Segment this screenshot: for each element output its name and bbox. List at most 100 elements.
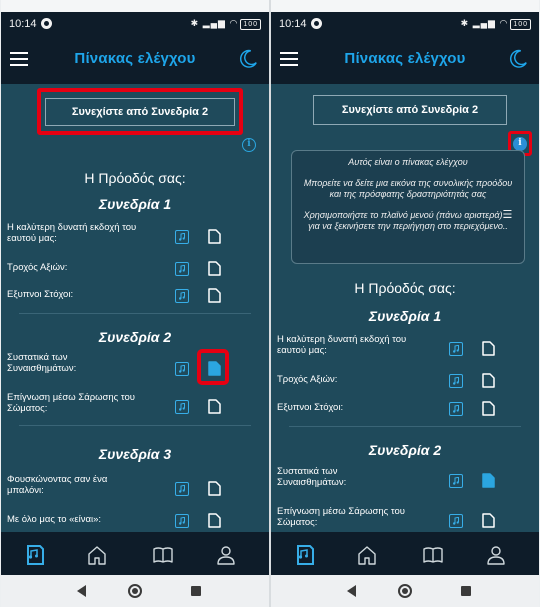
document-icon[interactable] [208, 288, 221, 303]
tooltip-line-3: Χρησιμοποιήστε το πλαϊνό μενού (πάνω αρι… [300, 210, 516, 232]
audio-icon[interactable] [175, 230, 189, 244]
wifi-icon: ◠ [229, 18, 239, 28]
audio-icon[interactable] [449, 514, 463, 528]
item-label: Εξυπνοι Στόχοι: [7, 289, 74, 300]
notification-icon [41, 18, 52, 29]
dashboard-content: Συνεχίστε από Συνεδρία 2 i Αυτός είναι ο… [271, 84, 539, 532]
nav-back-icon[interactable] [347, 585, 356, 597]
moon-icon[interactable] [237, 48, 259, 70]
tooltip-line-1: Αυτός είναι ο πίνακας ελέγχου [348, 157, 468, 167]
item-label: Συστατικά των Συναισθημάτων: [277, 466, 347, 488]
app-bar: Πίνακας ελέγχου [1, 36, 269, 84]
info-icon[interactable]: i [242, 138, 256, 152]
audio-icon[interactable] [175, 400, 189, 414]
continue-button[interactable]: Συνεχίστε από Συνεδρία 2 [313, 95, 507, 125]
continue-button-highlight [37, 88, 243, 135]
audio-icon[interactable] [449, 402, 463, 416]
phone-right: 10:14 ✱ ▂▄▆ ◠ 100 Πίνακας ελέγχου Συνεχίσ… [271, 0, 539, 607]
audio-icon[interactable] [175, 289, 189, 303]
item-label: Τροχός Αξιών: [7, 262, 68, 273]
tooltip-line-2: Μπορείτε να δείτε μια εικόνα της συνολικ… [303, 178, 513, 199]
document-icon[interactable] [208, 513, 221, 528]
tooltip-line-3b: για να ξεκινήσετε την περιήγηση στο περι… [308, 221, 508, 231]
audio-icon[interactable] [175, 262, 189, 276]
status-time: 10:14 [279, 18, 307, 30]
audio-icon[interactable] [175, 514, 189, 528]
nav-home-icon[interactable] [128, 584, 142, 598]
item-label: Με όλο μας το «είναι»: [7, 514, 102, 525]
app-title: Πίνακας ελέγχου [74, 50, 196, 67]
divider [19, 425, 251, 426]
progress-heading: Η Πρόοδός σας: [84, 170, 186, 186]
status-icons: ✱ ▂▄▆ ◠ 100 [191, 18, 261, 30]
top-strip [271, 0, 539, 12]
dashboard-content: Συνεχίστε από Συνεδρία 2 i Η Πρόοδός σας… [1, 84, 269, 532]
screen: 10:14 ✱ ▂▄▆ ◠ 100 Πίνακας ελέγχου Συνεχίσ… [0, 0, 540, 607]
status-icons: ✱ ▂▄▆ ◠ 100 [461, 18, 531, 30]
phone-left: 10:14 ✱ ▂▄▆ ◠ 100 Πίνακας ελέγχου Συνεχίσ… [1, 0, 269, 607]
status-time: 10:14 [9, 18, 37, 30]
android-nav-bar [271, 575, 539, 607]
signal-icon: ▂▄▆ [472, 18, 496, 28]
battery-icon: 100 [510, 19, 531, 30]
tab-library-icon[interactable] [152, 544, 174, 566]
item-label: Η καλύτερη δυνατή εκδοχή του εαυτού μας: [277, 334, 407, 356]
tab-home-icon[interactable] [86, 544, 108, 566]
audio-icon[interactable] [175, 482, 189, 496]
app-bar: Πίνακας ελέγχου [271, 36, 539, 84]
audio-icon[interactable] [449, 374, 463, 388]
android-nav-bar [1, 575, 269, 607]
divider [19, 313, 251, 314]
document-icon[interactable] [482, 401, 495, 416]
bluetooth-icon: ✱ [190, 18, 200, 28]
document-icon[interactable] [482, 513, 495, 528]
tab-dashboard-icon[interactable] [294, 544, 316, 566]
status-bar: 10:14 ✱ ▂▄▆ ◠ 100 [1, 12, 269, 36]
nav-back-icon[interactable] [77, 585, 86, 597]
document-icon[interactable] [208, 229, 221, 244]
app-title: Πίνακας ελέγχου [344, 50, 466, 67]
session-2-title: Συνεδρία 2 [98, 329, 172, 345]
document-icon[interactable] [208, 399, 221, 414]
tab-home-icon[interactable] [356, 544, 378, 566]
document-icon-highlight [197, 349, 229, 385]
item-label: Επίγνωση μέσω Σάρωσης του Σώματος: [277, 506, 405, 528]
dashboard-tooltip: Αυτός είναι ο πίνακας ελέγχου Μπορείτε ν… [291, 150, 525, 264]
bluetooth-icon: ✱ [460, 18, 470, 28]
notification-icon [311, 18, 322, 29]
audio-icon[interactable] [175, 362, 189, 376]
audio-icon[interactable] [449, 474, 463, 488]
moon-icon[interactable] [507, 48, 529, 70]
tab-profile-icon[interactable] [485, 544, 507, 566]
status-bar: 10:14 ✱ ▂▄▆ ◠ 100 [271, 12, 539, 36]
wifi-icon: ◠ [499, 18, 509, 28]
menu-glyph-icon: ☰ [502, 209, 513, 221]
tooltip-line-3a: Χρησιμοποιήστε το πλαϊνό μενού (πάνω αρι… [303, 210, 503, 220]
session-1-title: Συνεδρία 1 [368, 308, 442, 324]
audio-icon[interactable] [449, 342, 463, 356]
tab-dashboard-icon[interactable] [24, 544, 46, 566]
bottom-tab-bar [271, 532, 539, 575]
document-icon-filled[interactable] [482, 473, 495, 488]
bottom-tab-bar [1, 532, 269, 575]
battery-icon: 100 [240, 19, 261, 30]
nav-recent-icon[interactable] [191, 586, 201, 596]
document-icon[interactable] [208, 481, 221, 496]
nav-recent-icon[interactable] [461, 586, 471, 596]
top-strip [1, 0, 269, 12]
divider [289, 426, 521, 427]
item-label: Εξυπνοι Στόχοι: [277, 402, 344, 413]
document-icon[interactable] [208, 261, 221, 276]
document-icon[interactable] [482, 341, 495, 356]
signal-icon: ▂▄▆ [202, 18, 226, 28]
item-label: Τροχός Αξιών: [277, 374, 338, 385]
item-label: Η καλύτερη δυνατή εκδοχή του εαυτού μας: [7, 222, 137, 244]
nav-home-icon[interactable] [398, 584, 412, 598]
document-icon[interactable] [482, 373, 495, 388]
item-label: Επίγνωση μέσω Σάρωσης του Σώματος: [7, 392, 135, 414]
tab-profile-icon[interactable] [215, 544, 237, 566]
item-label: Φουσκώνοντας σαν ένα μπαλόνι: [7, 474, 108, 496]
progress-heading: Η Πρόοδός σας: [354, 280, 456, 296]
item-label: Συστατικά των Συναισθημάτων: [7, 352, 77, 374]
tab-library-icon[interactable] [422, 544, 444, 566]
